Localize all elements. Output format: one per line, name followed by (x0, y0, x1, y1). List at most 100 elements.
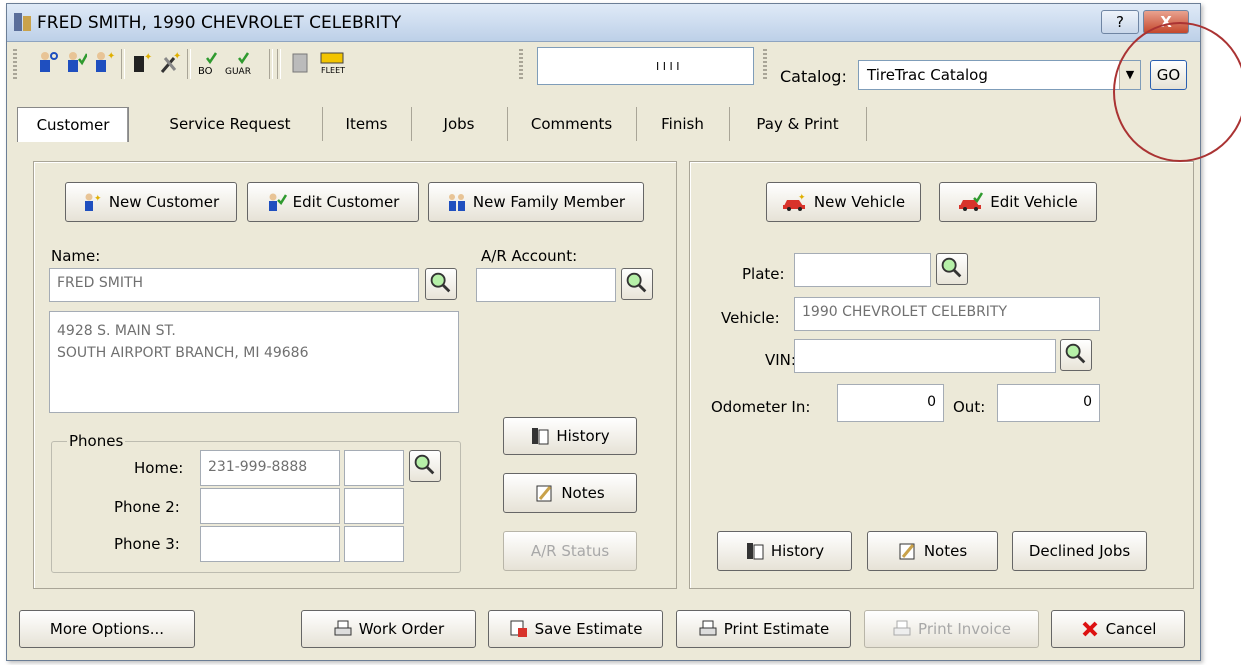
new-vehicle-button[interactable]: ✦ New Vehicle (766, 182, 921, 222)
ar-account-field[interactable] (476, 268, 616, 302)
guarantee-icon[interactable]: GUAR (225, 50, 257, 76)
printer-icon (893, 620, 911, 636)
search-vin-button[interactable] (1060, 339, 1092, 371)
ar-account-label: A/R Account: (481, 247, 578, 265)
declined-jobs-label: Declined Jobs (1028, 542, 1131, 560)
save-estimate-label: Save Estimate (534, 620, 643, 638)
toolbar-grip[interactable] (13, 49, 17, 79)
svg-text:FLEET: FLEET (321, 66, 345, 75)
customer-notes-button[interactable]: Notes (503, 473, 637, 513)
add-person-icon: ✦ (84, 193, 102, 211)
vehicle-history-label: History (770, 542, 825, 560)
odometer-in-field[interactable]: 0 (837, 384, 944, 422)
phone2-label: Phone 2: (114, 498, 180, 516)
app-icon (14, 13, 31, 31)
svg-text:BO: BO (198, 66, 213, 76)
phone2-ext-field[interactable] (344, 488, 404, 524)
cancel-x-icon (1082, 621, 1097, 637)
activity-meter: I I I I (537, 47, 754, 85)
notes-icon (899, 543, 915, 560)
edit-customer-button[interactable]: Edit Customer (247, 182, 419, 222)
customer-history-button[interactable]: History (503, 417, 637, 455)
history-book-icon (532, 428, 549, 445)
plate-field[interactable] (794, 253, 931, 287)
customer-history-label: History (556, 427, 610, 445)
declined-jobs-button[interactable]: Declined Jobs (1012, 531, 1147, 571)
print-invoice-button[interactable]: Print Invoice (864, 610, 1039, 648)
fleet-icon[interactable]: FLEET (317, 50, 349, 76)
search-icon (1065, 343, 1086, 364)
add-car-icon: ✦ (782, 193, 806, 211)
cancel-button[interactable]: Cancel (1051, 610, 1185, 648)
cancel-label: Cancel (1105, 620, 1157, 638)
tab-comments[interactable]: Comments (507, 107, 637, 141)
toolbar-separator (277, 49, 281, 79)
family-icon (448, 194, 465, 211)
print-estimate-button[interactable]: Print Estimate (676, 610, 851, 648)
main-window: FRED SMITH, 1990 CHEVROLET CELEBRITY ? X… (6, 3, 1201, 661)
more-options-label: More Options... (49, 620, 165, 638)
phone2-field[interactable] (200, 488, 340, 524)
toolbar-separator (121, 49, 125, 79)
new-customer-button[interactable]: ✦ New Customer (65, 182, 237, 222)
work-order-label: Work Order (358, 620, 445, 638)
more-options-button[interactable]: More Options... (19, 610, 195, 648)
vehicle-history-button[interactable]: History (717, 531, 852, 571)
phone3-ext-field[interactable] (344, 526, 404, 562)
phone3-field[interactable] (200, 526, 340, 562)
ar-status-label: A/R Status (530, 542, 610, 560)
address-line-2: SOUTH AIRPORT BRANCH, MI 49686 (57, 345, 309, 361)
vehicle-label: Vehicle: (721, 309, 780, 327)
catalog-select[interactable]: TireTrac Catalog ▼ (858, 60, 1141, 90)
search-icon (626, 272, 647, 293)
help-button[interactable]: ? (1101, 10, 1139, 34)
work-order-button[interactable]: Work Order (301, 610, 476, 648)
save-estimate-button[interactable]: Save Estimate (488, 610, 663, 648)
print-invoice-label: Print Invoice (918, 620, 1011, 638)
tab-jobs[interactable]: Jobs (411, 107, 508, 141)
edit-vehicle-label: Edit Vehicle (990, 193, 1078, 211)
search-ar-button[interactable] (621, 268, 653, 300)
home-phone-field[interactable]: 231-999-8888 (200, 450, 340, 486)
tab-pay-print[interactable]: Pay & Print (729, 107, 867, 141)
tab-bar: Customer Service Request Items Jobs Comm… (17, 107, 1200, 143)
odometer-out-field[interactable]: 0 (997, 384, 1100, 422)
odometer-in-label: Odometer In: (711, 398, 811, 416)
address-field[interactable]: 4928 S. MAIN ST. SOUTH AIRPORT BRANCH, M… (49, 311, 459, 413)
meter-ticks: I I I I (656, 60, 680, 73)
history-book-icon (746, 543, 764, 560)
phone3-label: Phone 3: (114, 535, 180, 553)
name-field[interactable]: FRED SMITH (49, 268, 419, 302)
vehicle-field[interactable]: 1990 CHEVROLET CELEBRITY (794, 297, 1100, 331)
vehicle-panel (689, 161, 1194, 589)
plate-label: Plate: (742, 265, 785, 283)
svg-text:✦: ✦ (173, 51, 181, 62)
new-family-member-button[interactable]: New Family Member (428, 182, 644, 222)
backorder-icon[interactable]: BO (197, 50, 221, 76)
tab-finish[interactable]: Finish (636, 107, 730, 141)
add-customer-icon[interactable]: ✦ (93, 50, 115, 76)
add-labor-icon[interactable]: ✦ (159, 50, 181, 76)
search-name-button[interactable] (425, 268, 457, 300)
toolbar-grip[interactable] (763, 49, 767, 79)
tab-items[interactable]: Items (322, 107, 412, 141)
search-plate-button[interactable] (936, 253, 968, 285)
ar-status-button[interactable]: A/R Status (503, 531, 637, 571)
tab-customer[interactable]: Customer (17, 107, 129, 142)
tab-service-request[interactable]: Service Request (138, 107, 323, 141)
find-customer-icon[interactable] (37, 50, 59, 76)
edit-vehicle-button[interactable]: Edit Vehicle (939, 182, 1097, 222)
edit-person-icon (268, 193, 287, 211)
edit-customer-label: Edit Customer (292, 193, 400, 211)
toolbar-grip[interactable] (519, 49, 523, 79)
search-icon (430, 272, 451, 293)
search-phone-button[interactable] (409, 450, 441, 482)
home-phone-ext-field[interactable] (344, 450, 404, 486)
vin-field[interactable] (794, 339, 1056, 373)
print-estimate-label: Print Estimate (723, 620, 830, 638)
vehicle-notes-button[interactable]: Notes (867, 531, 998, 571)
add-item-icon[interactable]: ✦ (131, 50, 153, 76)
vehicle-notes-label: Notes (923, 542, 968, 560)
edit-customer-icon[interactable] (65, 50, 87, 76)
document-icon[interactable] (289, 50, 311, 76)
